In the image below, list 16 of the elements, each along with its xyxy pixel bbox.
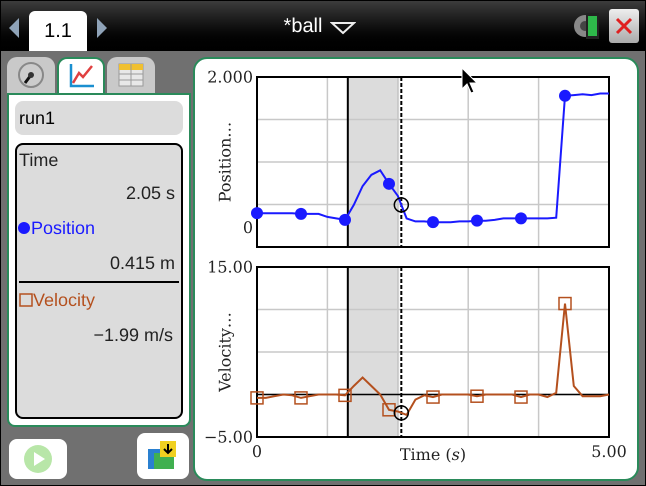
axis-title: Time (s) [400,445,466,464]
readout-label: Velocity [33,289,96,312]
axis-tick-label: 15.00 [207,258,253,276]
readout-label: Time [18,149,60,172]
axis-tick-label: 5.00 [591,442,627,461]
document-title: *ball [284,14,322,39]
readout-value: 0.415 m [108,252,176,275]
readout-value: 2.05 s [124,182,176,205]
axis-tick-label: 0 [242,218,253,237]
readout-value: −1.99 m/s [92,324,174,347]
axis-tick-label: −5.00 [204,428,253,446]
axis-tick-label: 0 [252,442,262,461]
axis-title: Velocity… [216,312,234,392]
axis-title: Position… [216,122,234,202]
axis-tick-label: 2.000 [207,68,253,86]
readout-label: Position [31,217,96,240]
